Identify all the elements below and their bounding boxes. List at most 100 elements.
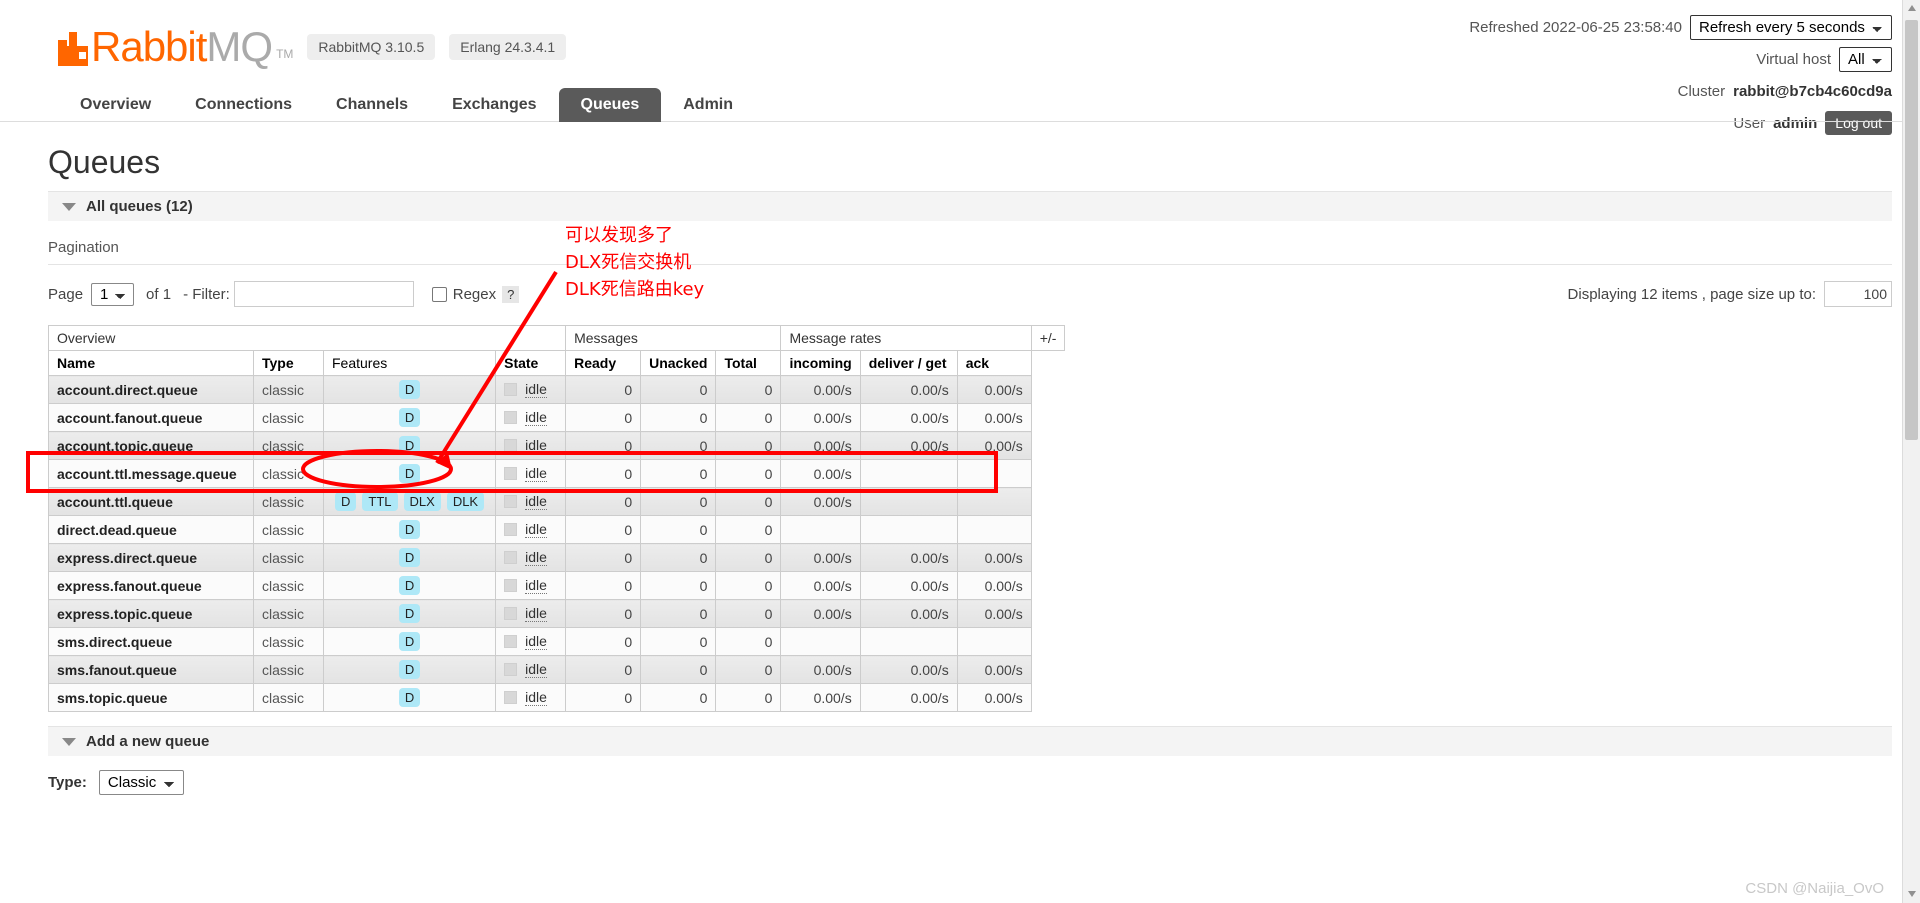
queue-type-cell: classic bbox=[253, 627, 324, 656]
tab-connections[interactable]: Connections bbox=[173, 88, 314, 122]
queue-name-cell[interactable]: account.topic.queue bbox=[48, 431, 254, 460]
regex-checkbox-group[interactable]: Regex ? bbox=[431, 285, 520, 303]
table-row[interactable]: sms.direct.queue classic Didle 0 0 0 bbox=[48, 627, 1065, 656]
state-text: idle bbox=[525, 577, 547, 594]
table-row[interactable]: account.direct.queue classic Didle 0 0 0 0.00/… bbox=[48, 375, 1065, 404]
page-number-select[interactable]: 1 bbox=[91, 282, 135, 306]
queue-name-cell[interactable]: direct.dead.queue bbox=[48, 515, 254, 544]
page-size-input[interactable] bbox=[1824, 281, 1892, 307]
queue-name-cell[interactable]: sms.direct.queue bbox=[48, 627, 254, 656]
trademark-symbol: TM bbox=[276, 47, 294, 61]
column-header-ready[interactable]: Ready bbox=[565, 350, 642, 376]
table-row[interactable]: account.ttl.message.queue classic Didle 0 0 0… bbox=[48, 459, 1065, 488]
column-header-state[interactable]: State bbox=[495, 350, 567, 376]
queue-name-cell[interactable]: account.fanout.queue bbox=[48, 403, 254, 432]
row-spacer-cell bbox=[1031, 487, 1065, 516]
queue-ready-cell: 0 bbox=[565, 431, 642, 460]
queue-name-cell[interactable]: express.direct.queue bbox=[48, 543, 254, 572]
page-scrollbar[interactable] bbox=[1902, 0, 1920, 903]
table-row[interactable]: account.ttl.queue classic D TTL DLX DLK idle 0 0… bbox=[48, 487, 1065, 516]
row-spacer-cell bbox=[1031, 459, 1065, 488]
column-header-total[interactable]: Total bbox=[715, 350, 782, 376]
filter-controls-row: Page 1 of 1 - Filter: Regex ? Displaying… bbox=[48, 279, 1892, 309]
all-queues-section-header[interactable]: All queues (12) bbox=[48, 191, 1892, 221]
state-text: idle bbox=[525, 409, 547, 426]
table-row[interactable]: account.fanout.queue classic Didle 0 0 0 0.00/… bbox=[48, 403, 1065, 432]
column-header-name[interactable]: Name bbox=[48, 350, 254, 376]
column-header-ack[interactable]: ack bbox=[956, 350, 1032, 376]
state-indicator-icon bbox=[504, 607, 518, 620]
logo-text-rabbit: Rabbit bbox=[91, 23, 207, 70]
column-toggle-button[interactable]: +/- bbox=[1030, 325, 1066, 351]
queue-name-cell[interactable]: sms.topic.queue bbox=[48, 683, 254, 712]
queue-name-cell[interactable]: account.ttl.queue bbox=[48, 487, 254, 516]
queue-deliver-get-rate-cell: 0.00/s bbox=[859, 655, 958, 684]
column-header-unacked[interactable]: Unacked bbox=[640, 350, 717, 376]
feature-badge-d: D bbox=[398, 408, 421, 427]
refresh-interval-select[interactable]: Refresh every 5 seconds bbox=[1690, 14, 1892, 40]
queue-name-cell[interactable]: account.direct.queue bbox=[48, 375, 254, 404]
table-row[interactable]: direct.dead.queue classic Didle 0 0 0 bbox=[48, 515, 1065, 544]
watermark-text: CSDN @Naijia_OvO bbox=[1745, 880, 1884, 897]
chevron-down-icon[interactable] bbox=[62, 737, 76, 746]
queue-name-cell[interactable]: express.fanout.queue bbox=[48, 571, 254, 600]
queue-unacked-cell: 0 bbox=[640, 655, 717, 684]
table-row[interactable]: express.direct.queue classic Didle 0 0 0 0.00/… bbox=[48, 543, 1065, 572]
queue-ack-rate-cell bbox=[956, 459, 1032, 488]
refresh-row: Refreshed 2022-06-25 23:58:40 Refresh ev… bbox=[1469, 14, 1892, 40]
queue-ack-rate-cell: 0.00/s bbox=[956, 375, 1032, 404]
queue-type-select[interactable]: Classic bbox=[98, 770, 184, 795]
regex-help-icon[interactable]: ? bbox=[502, 285, 520, 303]
column-header-type[interactable]: Type bbox=[253, 350, 324, 376]
filter-input[interactable] bbox=[233, 281, 414, 307]
table-row[interactable]: sms.fanout.queue classic Didle 0 0 0 0.00/s 0.0… bbox=[48, 655, 1065, 684]
queue-deliver-get-rate-cell bbox=[859, 515, 958, 544]
scrollbar-thumb[interactable] bbox=[1905, 20, 1918, 440]
queue-features-cell: D bbox=[322, 375, 497, 404]
state-text: idle bbox=[525, 381, 547, 398]
queue-incoming-rate-cell: 0.00/s bbox=[780, 655, 861, 684]
state-indicator-icon bbox=[504, 691, 518, 704]
queue-features-cell: D TTL DLX DLK bbox=[322, 487, 497, 516]
vhost-select[interactable]: All bbox=[1839, 46, 1892, 72]
queue-name-cell[interactable]: account.ttl.message.queue bbox=[48, 459, 254, 488]
feature-badge-d: D bbox=[398, 604, 421, 623]
table-row[interactable]: express.fanout.queue classic Didle 0 0 0 0.00/… bbox=[48, 571, 1065, 600]
queue-name-cell[interactable]: sms.fanout.queue bbox=[48, 655, 254, 684]
add-queue-header[interactable]: Add a new queue bbox=[48, 726, 1892, 756]
rabbitmq-version-pill: RabbitMQ 3.10.5 bbox=[307, 34, 436, 60]
queue-features-cell: D bbox=[322, 683, 497, 712]
table-row[interactable]: sms.topic.queue classic Didle 0 0 0 0.00/s 0.00… bbox=[48, 683, 1065, 712]
tab-admin[interactable]: Admin bbox=[661, 88, 755, 122]
column-header-incoming[interactable]: incoming bbox=[780, 350, 861, 376]
state-text: idle bbox=[525, 493, 547, 510]
queue-ready-cell: 0 bbox=[565, 403, 642, 432]
row-spacer-cell bbox=[1031, 599, 1065, 628]
tab-queues[interactable]: Queues bbox=[558, 88, 662, 122]
queue-unacked-cell: 0 bbox=[640, 571, 717, 600]
queue-state-cell: idle bbox=[495, 543, 567, 572]
table-row[interactable]: express.topic.queue classic Didle 0 0 0 0.00/s… bbox=[48, 599, 1065, 628]
scroll-up-arrow-icon[interactable] bbox=[1903, 0, 1920, 17]
regex-checkbox[interactable] bbox=[431, 286, 447, 302]
scroll-down-arrow-icon[interactable] bbox=[1903, 886, 1920, 903]
queue-ready-cell: 0 bbox=[565, 655, 642, 684]
table-row[interactable]: account.topic.queue classic Didle 0 0 0 0.00/s… bbox=[48, 431, 1065, 460]
column-header-deliver-get[interactable]: deliver / get bbox=[859, 350, 958, 376]
feature-badge-d: D bbox=[398, 380, 421, 399]
tab-overview[interactable]: Overview bbox=[58, 88, 173, 122]
queue-features-cell: D bbox=[322, 431, 497, 460]
column-header-features[interactable]: Features bbox=[322, 350, 497, 376]
chevron-down-icon[interactable] bbox=[62, 202, 76, 211]
tab-exchanges[interactable]: Exchanges bbox=[430, 88, 558, 122]
feature-badge-dlk: DLK bbox=[446, 492, 485, 511]
rabbitmq-logo[interactable]: Rabbit MQ TM RabbitMQ 3.10.5 Erlang 24.3… bbox=[58, 23, 567, 70]
state-indicator-icon bbox=[504, 523, 518, 536]
state-indicator-icon bbox=[504, 495, 518, 508]
tab-channels[interactable]: Channels bbox=[314, 88, 430, 122]
queue-total-cell: 0 bbox=[715, 571, 782, 600]
state-indicator-icon bbox=[504, 411, 518, 424]
main-navigation: Overview Connections Channels Exchanges Queu… bbox=[0, 88, 1920, 122]
nav-tab-list: Overview Connections Channels Exchanges Queu… bbox=[58, 88, 1920, 122]
queue-name-cell[interactable]: express.topic.queue bbox=[48, 599, 254, 628]
